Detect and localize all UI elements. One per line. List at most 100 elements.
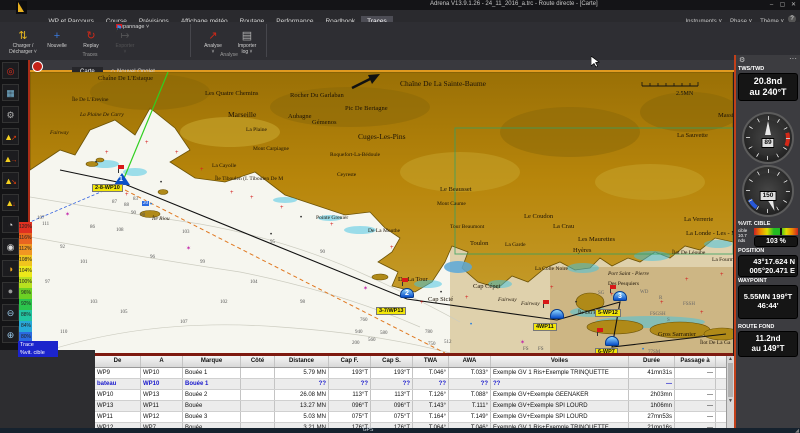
lifebuoy-icon[interactable]: ◎: [2, 62, 19, 79]
table-header-cell[interactable]: Voiles: [491, 356, 629, 367]
route-marks-icon[interactable]: ▲→: [2, 150, 19, 167]
table-row[interactable]: bateauWP10Bouée 1????????????—: [95, 379, 726, 390]
chart-label: De La Mouthe: [368, 228, 400, 234]
chart-label: R: [659, 296, 662, 301]
depth-number: 107: [37, 216, 45, 221]
gear-icon[interactable]: ⚙: [739, 56, 745, 64]
table-header-cell[interactable]: TWA: [413, 356, 449, 367]
table-header-cell[interactable]: A: [141, 356, 183, 367]
table-cell: —: [629, 379, 675, 389]
table-header-cell[interactable]: De: [95, 356, 141, 367]
chart-label: Gros Sarranier: [658, 331, 696, 338]
scale-band: 104%: [19, 266, 32, 277]
table-cell: 075°T: [329, 412, 371, 422]
table-header-cell[interactable]: Passage à: [675, 356, 716, 367]
chart-label: La Cayolle: [212, 163, 236, 169]
circle-route-icon[interactable]: ◔: [2, 216, 19, 233]
chart-symbol: •: [95, 160, 97, 166]
waypoint-label[interactable]: 5-WP12: [595, 309, 621, 317]
zoom-out-icon[interactable]: ⊖: [2, 304, 19, 321]
waypoint-label[interactable]: 4WP11: [533, 323, 557, 331]
scale-band: 92%: [19, 299, 32, 310]
table-header-cell[interactable]: AWA: [449, 356, 491, 367]
chart-tab-bar: Carte◇ Nouvel Onglet: [30, 60, 735, 72]
depth-number: 92: [60, 245, 65, 250]
scale-band: 116%: [19, 233, 32, 244]
scale-band: 108%: [19, 255, 32, 266]
chart-label: Mont Carpiagne: [253, 146, 289, 152]
table-header-cell[interactable]: Durée: [629, 356, 675, 367]
target-speed-bar: [754, 228, 798, 235]
route-fond-label: ROUTE FOND: [736, 323, 800, 331]
replay-button[interactable]: ↻Replay: [76, 30, 106, 49]
heading-gauge: 150: [742, 165, 794, 217]
minimize-button[interactable]: –: [767, 1, 776, 9]
table-cell: T.126°: [413, 390, 449, 400]
chart-symbol: +: [330, 222, 334, 228]
tws-twd-value: 20.8ndau 240°T: [738, 73, 798, 101]
replay-label: Replay: [76, 43, 106, 49]
table-header-cell[interactable]: Cap F.: [329, 356, 371, 367]
chart-label: Île Riou: [152, 216, 170, 222]
depth-number: 96: [150, 255, 155, 260]
chart-symbol: +: [105, 150, 109, 156]
legs-table[interactable]: DeAMarqueCôtéDistanceCap F.Cap S.TWAAWAV…: [95, 356, 726, 428]
ribbon-toolbar: ⚑ Dépannage ˅ ⇅Charger /Décharger ˅+Nouv…: [0, 22, 800, 61]
menu-bar: WP et ParcoursCoursePrévisionsAffichage …: [0, 10, 800, 22]
table-row[interactable]: WP9WP10Bouée 15.79 MN193°T193°TT.046°T.0…: [95, 368, 726, 379]
waypoint-label[interactable]: 3-7/WP13: [376, 307, 406, 315]
chart-symbol: +: [250, 195, 254, 201]
waypoint-marker[interactable]: [605, 336, 619, 346]
table-cell: WP13: [95, 401, 141, 411]
exporter-icon: ↦: [110, 30, 140, 43]
analyse-icon: ↗: [198, 30, 228, 43]
waypoint-label[interactable]: 6-WP7: [595, 348, 618, 353]
table-cell: 2h03mn: [629, 390, 675, 400]
close-button[interactable]: ✕: [789, 1, 798, 9]
chart-symbol: +: [550, 285, 554, 291]
chart-label: Les Quatre Chemins: [205, 90, 258, 97]
route-edit-icon[interactable]: ▲↗: [2, 128, 19, 145]
waypoint-marker[interactable]: [550, 309, 564, 319]
engine-icon[interactable]: ⚙: [2, 106, 19, 123]
chart-icon[interactable]: ▦: [2, 84, 19, 101]
resize-grip[interactable]: ◢: [795, 428, 799, 433]
table-scrollbar[interactable]: ▲▼: [726, 356, 734, 428]
zoom-in-icon[interactable]: ⊕: [2, 326, 19, 343]
chart-symbol: ✶: [520, 340, 525, 346]
maximize-button[interactable]: ▢: [778, 1, 787, 9]
pan-icon[interactable]: ●: [2, 282, 19, 299]
table-cell: ??: [275, 379, 329, 389]
waypoint-marker[interactable]: 3: [613, 291, 627, 301]
table-header-cell[interactable]: Marque: [183, 356, 241, 367]
chart-label: Massif De: [718, 112, 733, 119]
table-row[interactable]: WP11WP12Bouée 35.03 MN075°T075°TT.164°T.…: [95, 412, 726, 423]
table-cell: ??: [491, 379, 629, 389]
table-row[interactable]: WP13WP11Bouée13.27 MN096°T096°TT.143°T.1…: [95, 401, 726, 412]
table-cell: WP10: [141, 368, 183, 378]
route-buoys-icon[interactable]: ▲↘: [2, 172, 19, 189]
nouvelle-button[interactable]: +Nouvelle: [42, 30, 72, 49]
table-header-cell[interactable]: Distance: [275, 356, 329, 367]
route-arrows-icon[interactable]: ▲↓: [2, 194, 19, 211]
nautical-chart[interactable]: 2.5MN Chaîne De L'EstaqueÎle De L'Erevin…: [30, 72, 733, 353]
table-cell: T.143°: [413, 401, 449, 411]
chart-label: Marseille: [228, 110, 256, 119]
waypoint-marker[interactable]: 2: [400, 288, 414, 298]
panel-menu-icon[interactable]: ···: [789, 54, 797, 63]
depth-number: 88: [124, 203, 129, 208]
chart-label: Mont Caume: [437, 201, 466, 207]
table-cell: WP10: [95, 390, 141, 400]
table-header-cell[interactable]: Côté: [241, 356, 275, 367]
table-row[interactable]: WP10WP13Bouée 226.08 MN113°T113°TT.126°T…: [95, 390, 726, 401]
circle-buoys-icon[interactable]: ◉: [2, 238, 19, 255]
table-cell: 5.03 MN: [275, 412, 329, 422]
table-header-cell[interactable]: Cap S.: [371, 356, 413, 367]
trace-mode-box[interactable]: Trace%vit. cible: [18, 341, 58, 357]
depth-number: 98: [300, 300, 305, 305]
circle-compass-icon[interactable]: ◑: [2, 260, 19, 277]
cible-value: cible 10.7 nds: [738, 228, 754, 247]
table-cell: WP9: [95, 368, 141, 378]
chart-label: Cap Cépet: [473, 283, 500, 290]
waypoint-label[interactable]: 2-8-WP10: [92, 184, 123, 192]
